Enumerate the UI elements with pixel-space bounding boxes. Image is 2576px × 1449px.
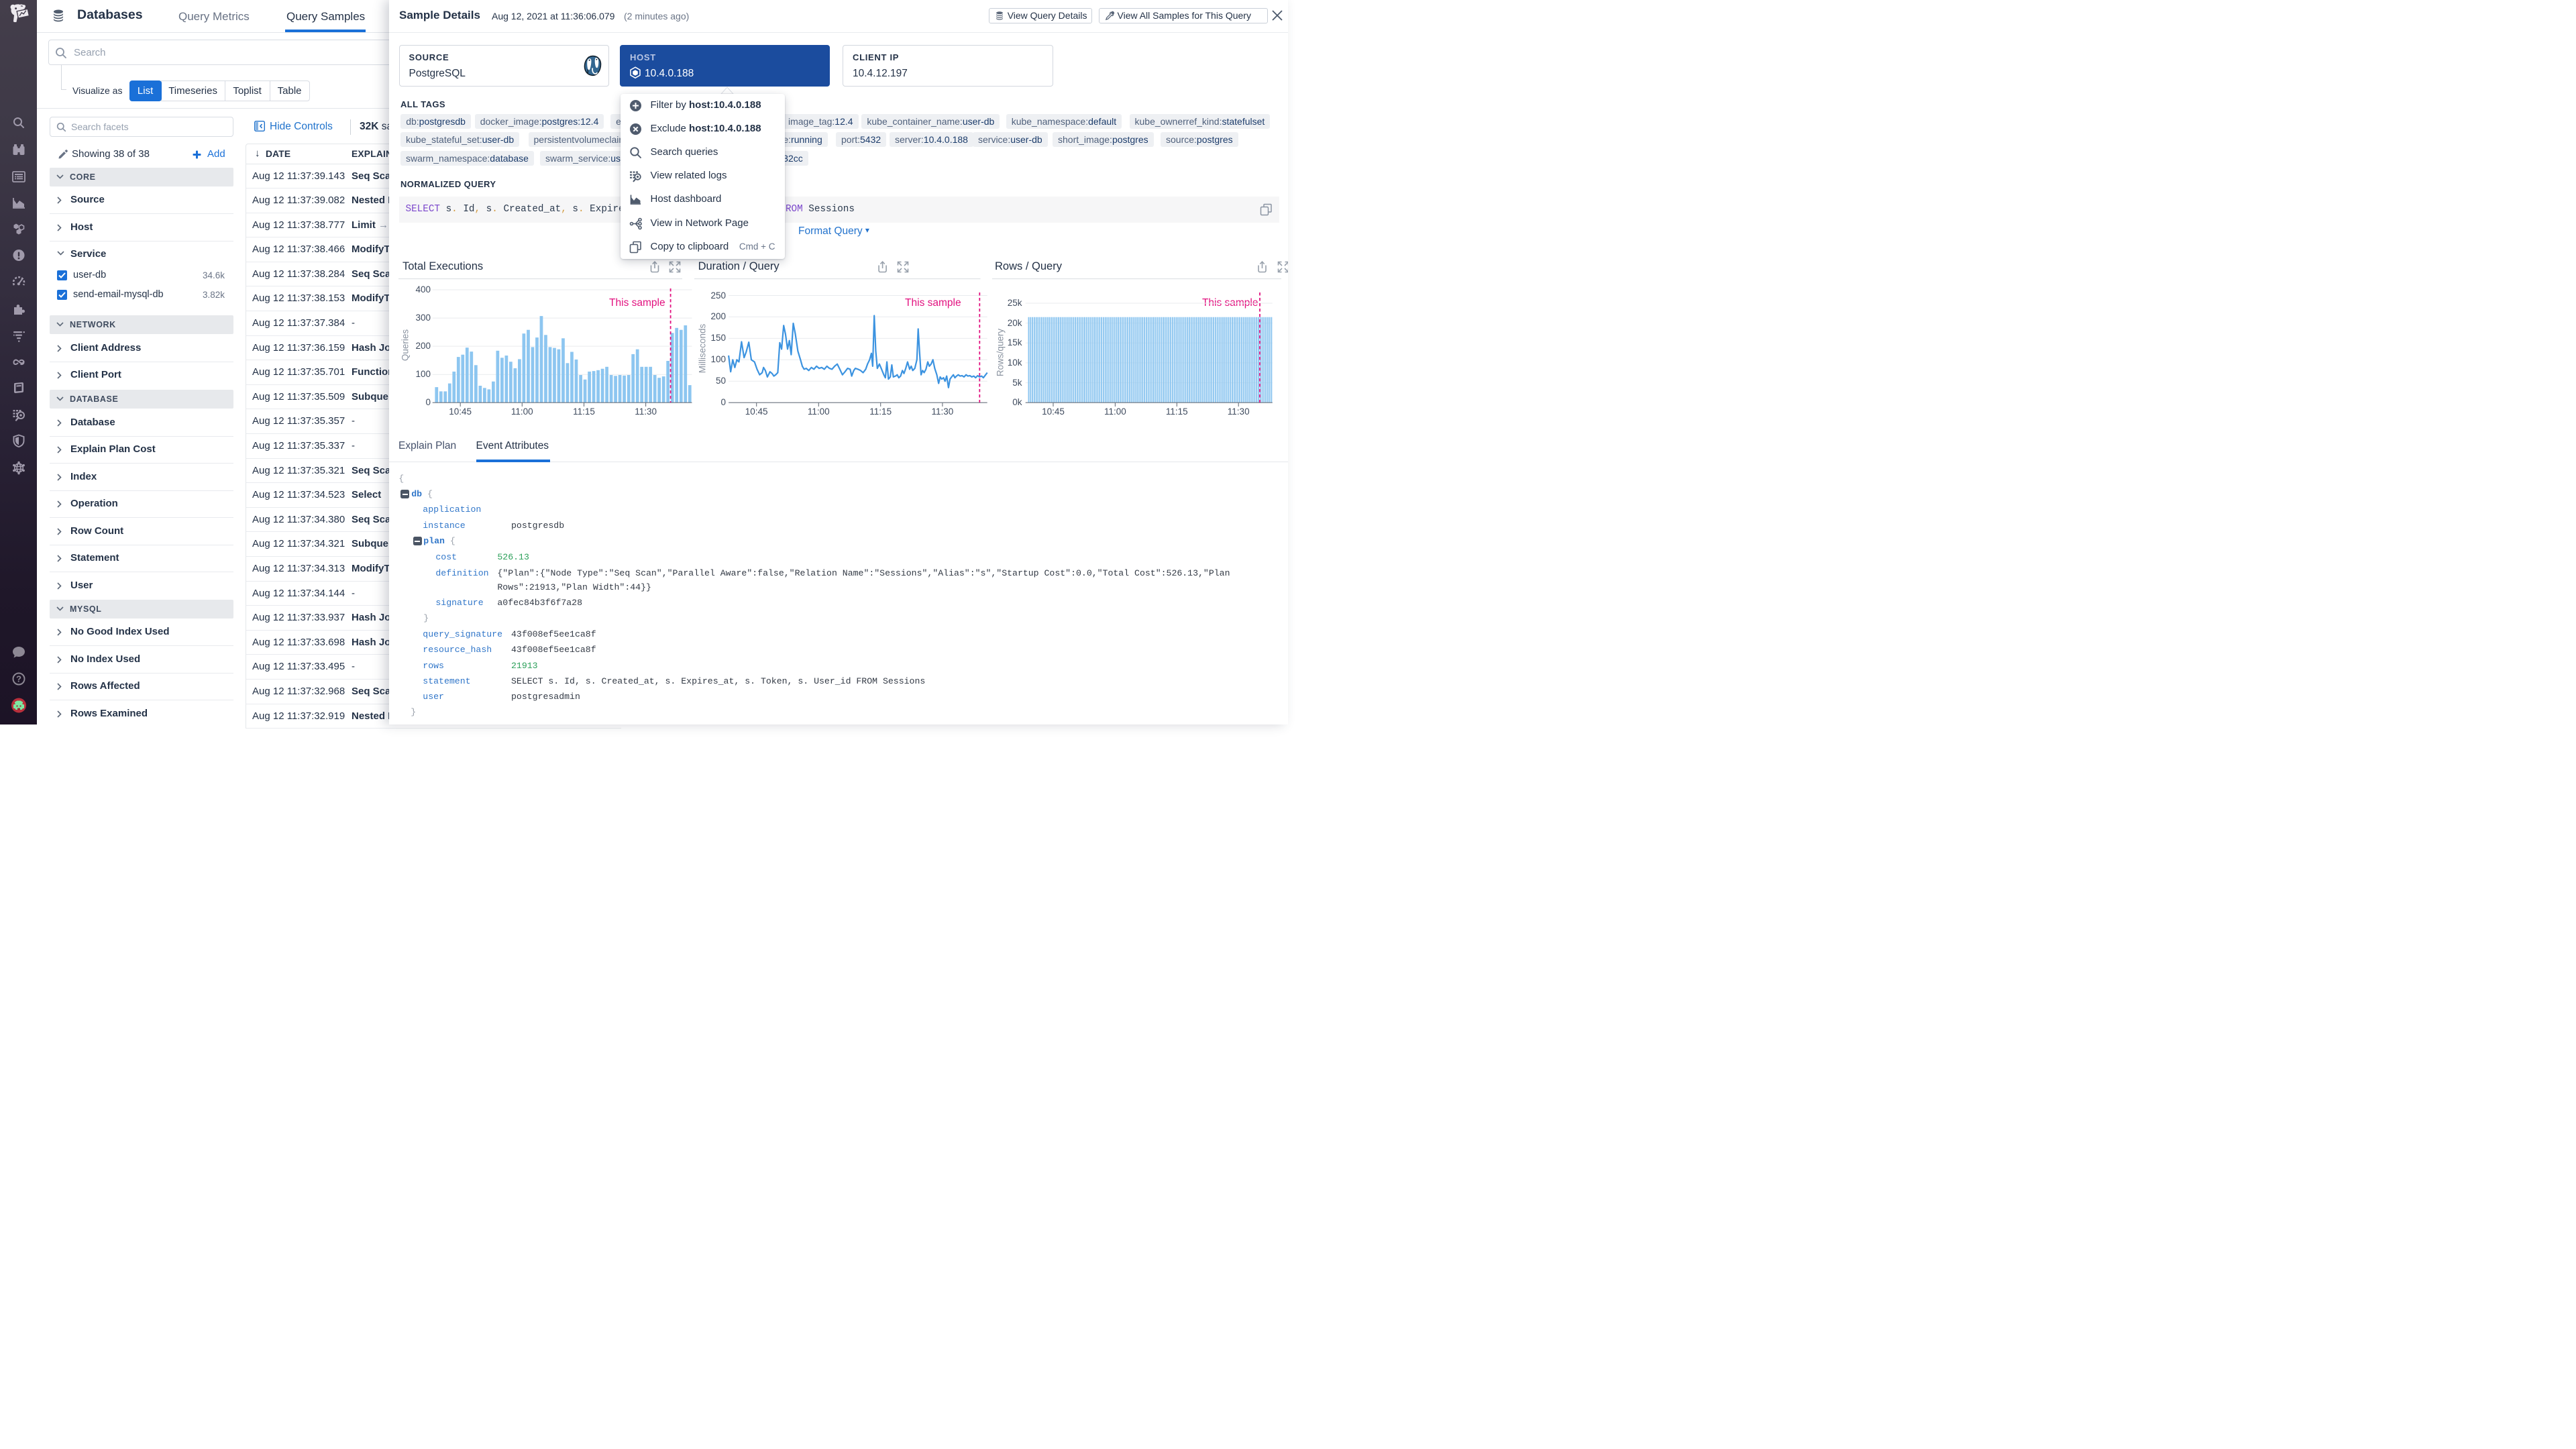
svg-text:?: ? [16,674,21,684]
